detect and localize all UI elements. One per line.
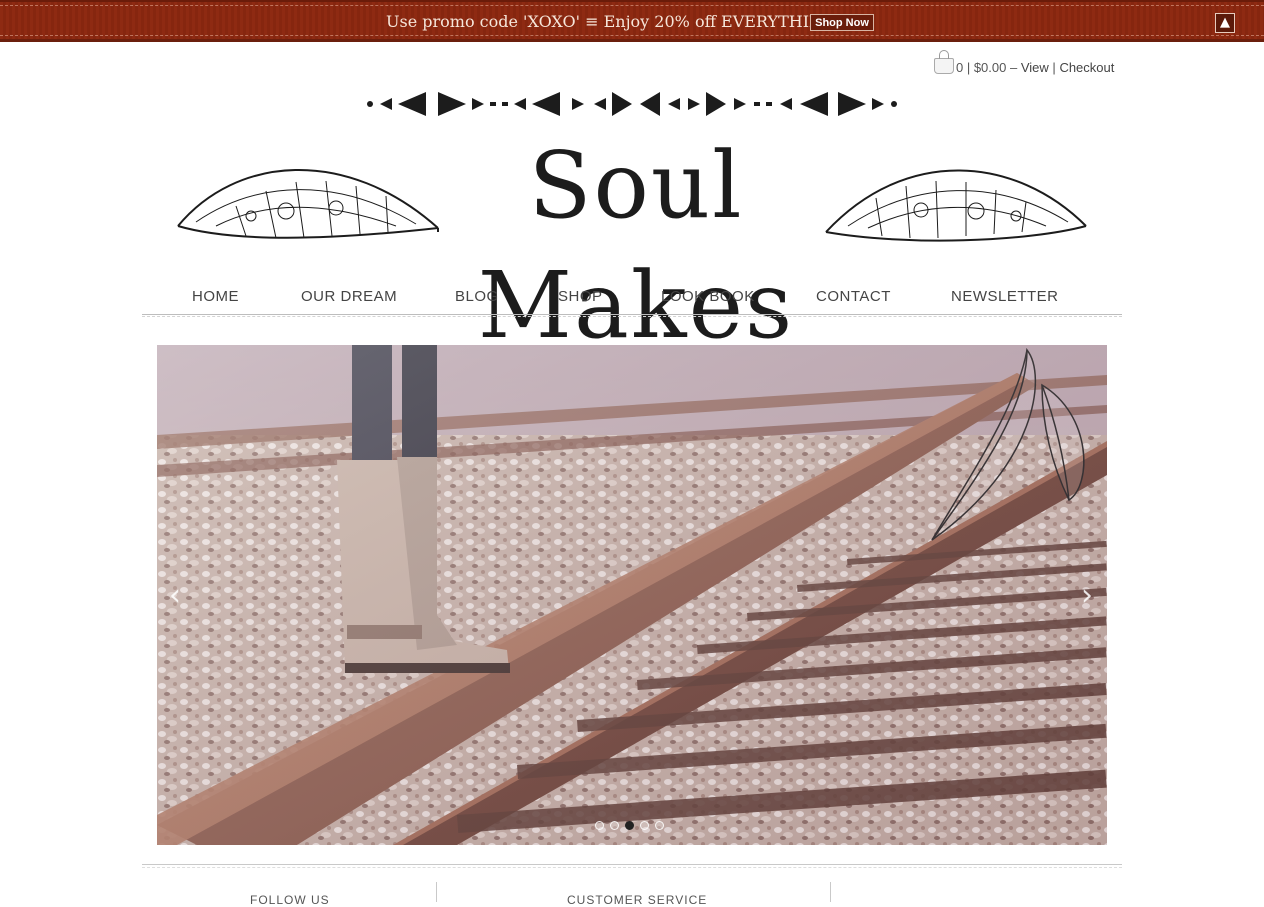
slider-dot-active[interactable] xyxy=(625,821,634,830)
slider-dot[interactable] xyxy=(595,821,604,830)
cart-view-link[interactable]: View xyxy=(1021,60,1049,75)
slider-dot[interactable] xyxy=(655,821,664,830)
checkout-link[interactable]: Checkout xyxy=(1059,60,1114,75)
hero-slider[interactable]: ‹ › xyxy=(157,345,1107,845)
chevron-left-icon[interactable]: ‹ xyxy=(165,581,185,611)
slider-pagination xyxy=(595,815,670,830)
logo-title: Soul Makes xyxy=(477,132,795,359)
nav-item-newsletter[interactable]: NEWSLETTER xyxy=(951,288,1059,305)
footer-column-divider xyxy=(436,882,437,902)
nav-item-blog[interactable]: BLOG xyxy=(455,288,499,305)
footer-divider xyxy=(142,864,1122,868)
feather-right-decoration xyxy=(825,169,1087,242)
slider-dot[interactable] xyxy=(610,821,619,830)
footer-column-divider xyxy=(830,882,831,902)
cart-total: 0 | $0.00 – xyxy=(956,60,1018,75)
site-logo[interactable]: Soul Makes xyxy=(176,86,1088,359)
footer-heading-follow-us: FOLLOW US xyxy=(250,893,330,907)
promo-text: Use promo code 'XOXO' ≡ Enjoy 20% off EV… xyxy=(386,12,855,31)
cart-summary: 0 | $0.00 – View | Checkout xyxy=(934,50,1114,75)
nav-item-shop[interactable]: SHOP xyxy=(558,288,603,305)
shopping-bag-icon[interactable] xyxy=(934,50,954,74)
nav-item-home[interactable]: HOME xyxy=(192,288,239,305)
promo-stitch-bottom xyxy=(0,35,1264,36)
tribal-pattern-decoration xyxy=(367,92,897,116)
promo-bar: Use promo code 'XOXO' ≡ Enjoy 20% off EV… xyxy=(0,0,1264,42)
nav-item-contact[interactable]: CONTACT xyxy=(816,288,891,305)
cart-separator: | xyxy=(1052,60,1056,75)
main-nav: HOME OUR DREAM BLOG SHOP LOOK BOOK CONTA… xyxy=(142,286,1122,317)
nav-item-look-book[interactable]: LOOK BOOK xyxy=(661,288,755,305)
slider-dot[interactable] xyxy=(640,821,649,830)
feather-left-decoration xyxy=(177,169,439,239)
hero-slide-image xyxy=(157,345,1107,845)
footer-heading-customer-service: CUSTOMER SERVICE xyxy=(567,893,708,907)
nav-item-our-dream[interactable]: OUR DREAM xyxy=(301,288,397,305)
promo-stitch-top xyxy=(0,5,1264,6)
arrow-up-icon[interactable]: ▲ xyxy=(1215,13,1235,33)
shop-now-button[interactable]: Shop Now xyxy=(810,14,874,31)
chevron-right-icon[interactable]: › xyxy=(1077,581,1097,611)
